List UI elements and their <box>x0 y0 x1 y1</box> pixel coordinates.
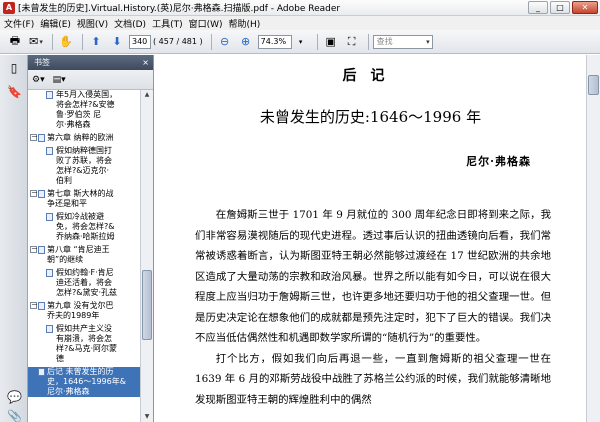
menu-window[interactable]: 窗口(W) <box>189 17 223 30</box>
hand-tool-icon[interactable]: ✋ <box>57 33 75 51</box>
bookmark-page-icon <box>38 368 45 376</box>
bookmarks-icon[interactable]: 🔖 <box>7 85 22 101</box>
bookmark-item[interactable]: 后记 未曾发生的历 史，1646～1996年& 尼尔·弗格森 <box>28 367 140 397</box>
options-gear-icon[interactable]: ⚙▾ <box>32 75 45 85</box>
document-scrollbar-thumb[interactable] <box>588 75 599 95</box>
bookmark-page-icon <box>46 147 53 155</box>
maximize-button[interactable]: □ <box>550 1 570 14</box>
document-view[interactable]: 后记 未曾发生的历史:1646～1996 年 尼尔·弗格森 在詹姆斯三世于 17… <box>155 55 586 422</box>
menu-document[interactable]: 文档(D) <box>114 17 146 30</box>
author-name: 尼尔·弗格森 <box>466 155 531 168</box>
close-panel-icon[interactable]: × <box>142 58 149 67</box>
toolbar-separator <box>367 33 369 50</box>
bookmarks-panel-title: 书签 <box>34 58 50 67</box>
menu-view[interactable]: 视图(V) <box>77 17 108 30</box>
adobe-reader-icon: A <box>3 1 15 14</box>
full-screen-icon[interactable]: ⛶ <box>343 33 361 51</box>
pages-icon[interactable]: ▯ <box>7 61 21 77</box>
bookmark-item[interactable]: 假如共产主义没 有崩溃，将会怎 样?&马克·阿尔蒙 德 <box>28 324 140 364</box>
bookmark-label: 年5月入侵英国， 将会怎样?&安德 鲁·罗伯茨 尼 尔·弗格森 <box>56 90 118 129</box>
next-page-icon[interactable]: ⬇ <box>108 33 126 51</box>
window-title: [未曾发生的历史].Virtual.History.(英)尼尔·弗格森.扫描版.… <box>18 4 341 14</box>
bookmark-page-icon <box>38 134 45 142</box>
previous-page-icon[interactable]: ⬆ <box>87 33 105 51</box>
collapse-toggle-icon[interactable]: － <box>30 190 38 197</box>
toolbar-separator <box>210 33 212 50</box>
bookmark-page-icon <box>46 269 53 277</box>
bookmarks-panel-toolbar: ⚙▾ ▤▾ <box>28 70 153 90</box>
scrollbar-thumb[interactable] <box>142 270 152 340</box>
attachments-icon[interactable]: 📎 <box>7 409 22 422</box>
bookmark-page-icon <box>46 325 53 333</box>
print-icon[interactable]: 🖶 <box>6 33 24 51</box>
expand-bookmark-icon[interactable]: ▤▾ <box>53 75 66 85</box>
bookmark-page-icon <box>46 213 53 221</box>
page-number-input[interactable]: 340 <box>129 34 151 49</box>
bookmark-tree: 年5月入侵英国， 将会怎样?&安德 鲁·罗伯茨 尼 尔·弗格森 －第六章 纳粹的欧… <box>28 90 140 422</box>
close-window-button[interactable]: ✕ <box>572 1 598 14</box>
menu-file[interactable]: 文件(F) <box>4 17 34 30</box>
bookmark-page-icon <box>46 91 53 99</box>
navigation-pane: ▯ 🔖 💬 📎 <box>0 55 28 422</box>
bookmarks-scrollbar[interactable]: ▲ ▼ <box>140 90 153 422</box>
menu-help[interactable]: 帮助(H) <box>229 17 261 30</box>
bookmark-item[interactable]: 假如纳粹德国打 败了苏联，将会 怎样?&迈克尔· 伯利 <box>28 146 140 186</box>
collapse-toggle-icon[interactable]: － <box>30 302 38 309</box>
bookmark-label: 假如共产主义没 有崩溃，将会怎 样?&马克·阿尔蒙 德 <box>56 324 118 363</box>
toolbar-separator <box>52 33 53 50</box>
bookmark-item[interactable]: －第八章 “肯尼迪王 朝”的继续 <box>28 245 140 265</box>
page-count: ( 457 / 481 ) <box>153 37 203 46</box>
scroll-up-arrow[interactable]: ▲ <box>142 90 152 100</box>
bookmarks-panel-header: 书签 × <box>28 55 153 70</box>
paragraph: 打个比方，假如我们向后再退一些，一直到詹姆斯的祖父查理一世在 1639 年 6 … <box>195 352 551 406</box>
bookmark-item[interactable]: 假如冷战被避 免，将会怎样?& 乔纳森·哈斯拉姆 <box>28 212 140 242</box>
menu-tools[interactable]: 工具(T) <box>152 17 183 30</box>
paragraph: 在詹姆斯三世于 1701 年 9 月就位的 300 周年纪念日即将到来之际，我们… <box>195 209 551 344</box>
document-scrollbar[interactable] <box>586 55 600 422</box>
zoom-dropdown-icon[interactable]: ▾ <box>292 33 310 51</box>
menu-edit[interactable]: 编辑(E) <box>40 17 71 30</box>
collapse-toggle-icon[interactable]: － <box>30 134 38 141</box>
bookmark-item[interactable]: 假如约翰·F·肯尼 迪还活着，将会 怎样?&黛安·孔兹 <box>28 268 140 298</box>
bookmark-item[interactable]: －第七章 斯大林的战 争还是和平 <box>28 189 140 209</box>
zoom-level-input[interactable]: 74.3% <box>257 34 292 49</box>
scroll-down-arrow[interactable]: ▼ <box>142 412 152 422</box>
bookmark-page-icon <box>38 302 45 310</box>
page-heading: 后记 <box>342 68 399 84</box>
toolbar: 🖶 ✉ ✋ ⬆ ⬇ 340 ( 457 / 481 ) ⊖ ⊕ 74.3% ▾ … <box>0 30 600 54</box>
toolbar-separator <box>82 33 83 50</box>
search-input[interactable]: 查找 ▾ <box>372 34 433 49</box>
title-bar: A [未曾发生的历史].Virtual.History.(英)尼尔·弗格森.扫描… <box>0 0 600 16</box>
bookmark-label: 假如纳粹德国打 败了苏联，将会 怎样?&迈克尔· 伯利 <box>56 146 112 185</box>
minimize-button[interactable]: _ <box>528 1 548 14</box>
bookmark-label: 假如约翰·F·肯尼 迪还活着，将会 怎样?&黛安·孔兹 <box>56 268 118 297</box>
bookmark-label: 假如冷战被避 免，将会怎样?& 乔纳森·哈斯拉姆 <box>56 212 115 241</box>
zoom-out-icon[interactable]: ⊖ <box>216 33 234 51</box>
bookmark-page-icon <box>38 190 45 198</box>
bookmark-page-icon <box>38 246 45 254</box>
bookmark-item[interactable]: 年5月入侵英国， 将会怎样?&安德 鲁·罗伯茨 尼 尔·弗格森 <box>28 90 140 130</box>
bookmark-item[interactable]: －第六章 纳粹的欧洲 <box>28 133 140 143</box>
search-dropdown-icon[interactable]: ▾ <box>426 36 430 48</box>
chapter-subtitle: 未曾发生的历史:1646～1996 年 <box>259 108 482 126</box>
collapse-toggle-icon[interactable]: － <box>30 246 38 253</box>
fit-page-icon[interactable]: ▣ <box>322 33 340 51</box>
email-share-icon[interactable]: ✉ <box>27 33 45 51</box>
menu-bar: 文件(F) 编辑(E) 视图(V) 文档(D) 工具(T) 窗口(W) 帮助(H… <box>0 16 600 30</box>
body-text: 在詹姆斯三世于 1701 年 9 月就位的 300 周年纪念日即将到来之际，我们… <box>195 205 551 410</box>
bookmarks-panel: 书签 × ⚙▾ ▤▾ 年5月入侵英国， 将会怎样?&安德 鲁·罗伯茨 尼 尔·弗… <box>28 55 154 422</box>
toolbar-separator <box>316 33 318 50</box>
comments-icon[interactable]: 💬 <box>7 390 22 406</box>
search-placeholder: 查找 <box>376 36 393 46</box>
zoom-in-icon[interactable]: ⊕ <box>237 33 255 51</box>
bookmark-item[interactable]: －第九章 没有戈尔巴 乔夫的1989年 <box>28 301 140 321</box>
